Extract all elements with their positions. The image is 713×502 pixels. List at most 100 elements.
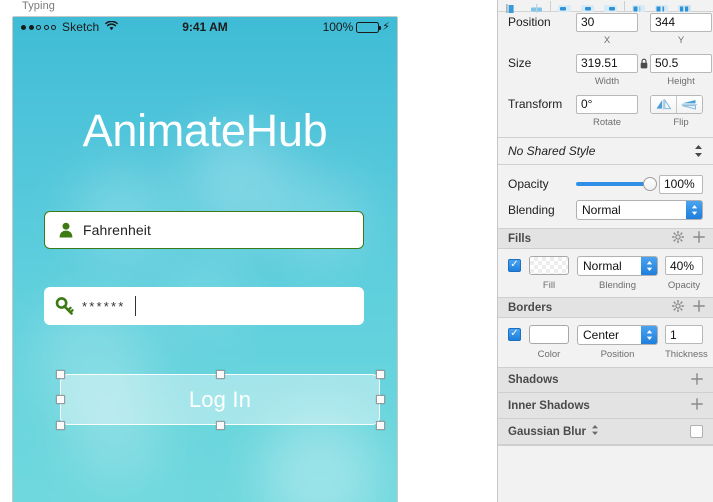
selection-handle-middle-left[interactable] <box>55 395 65 404</box>
fill-enabled-checkbox[interactable]: ✓ <box>508 259 521 272</box>
stepper-updown-icon[interactable] <box>686 201 702 219</box>
align-middle-vertical-icon[interactable] <box>599 0 622 12</box>
fills-title: Fills <box>508 232 532 245</box>
size-height-input[interactable]: 50.5 <box>650 53 712 73</box>
border-position-value: Center <box>583 327 620 342</box>
flip-vertical-icon[interactable] <box>676 95 702 113</box>
inspector-footer <box>498 445 713 470</box>
battery-full-icon <box>356 21 382 33</box>
selection-handle-top-left[interactable] <box>55 369 65 379</box>
gear-icon[interactable] <box>671 230 685 246</box>
selection-handle-middle-right[interactable] <box>375 395 385 404</box>
opacity-slider[interactable] <box>576 177 657 191</box>
shadows-title: Shadows <box>508 374 559 386</box>
border-thickness-input[interactable]: 1 <box>665 325 703 344</box>
borders-section-header: Borders <box>498 297 713 318</box>
stepper-updown-icon[interactable] <box>641 325 657 344</box>
canvas-label: Typing <box>22 0 56 12</box>
distribute-vertical-icon[interactable] <box>673 0 696 12</box>
plus-icon[interactable] <box>693 300 705 315</box>
stepper-updown-icon[interactable] <box>591 424 599 439</box>
fill-color-swatch[interactable] <box>529 256 569 275</box>
lock-icon[interactable] <box>638 58 650 69</box>
position-y-input[interactable]: 344 <box>650 12 712 32</box>
shadows-section[interactable]: Shadows <box>498 367 713 393</box>
inner-shadows-title: Inner Shadows <box>508 399 590 412</box>
gaussian-blur-title: Gaussian Blur <box>508 425 586 438</box>
inner-shadows-section[interactable]: Inner Shadows <box>498 393 713 419</box>
blending-value: Normal <box>582 203 621 217</box>
border-position-select[interactable]: Center <box>577 324 658 345</box>
gaussian-blur-section[interactable]: Gaussian Blur <box>498 419 713 445</box>
opacity-label: Opacity <box>508 177 549 191</box>
borders-row: ✓ Center 1 <box>498 322 713 347</box>
lightning-bolt-icon: ⚡︎ <box>382 20 390 33</box>
stepper-updown-icon[interactable] <box>641 256 657 275</box>
opacity-input[interactable]: 100% <box>659 174 703 194</box>
plus-icon[interactable] <box>691 398 703 413</box>
fills-section-header: Fills <box>498 228 713 249</box>
align-center-horizontal-icon[interactable] <box>525 0 548 13</box>
selection-handle-top-center[interactable] <box>215 369 225 379</box>
blending-label: Blending <box>508 203 555 217</box>
login-button-label: Log In <box>188 386 252 412</box>
border-enabled-checkbox[interactable]: ✓ <box>508 328 521 341</box>
position-x-sublabel: X <box>603 35 611 46</box>
position-row: Position 30 344 <box>498 10 713 34</box>
borders-sublabels: Color Position Thickness <box>498 347 713 361</box>
gaussian-blur-checkbox[interactable] <box>690 425 703 438</box>
key-icon <box>48 296 82 316</box>
battery-percent-label: 100% <box>322 20 354 34</box>
fills-row: ✓ Normal 40% <box>498 253 713 278</box>
position-x-input[interactable]: 30 <box>576 12 638 32</box>
fill-opacity-input[interactable]: 40% <box>665 256 703 275</box>
align-bottom-icon[interactable] <box>627 0 650 12</box>
border-thickness-sublabel: Thickness <box>665 348 708 360</box>
fill-opacity-sublabel: Opacity <box>667 279 701 291</box>
position-sublabels: X Y <box>498 34 713 47</box>
size-width-sublabel: Width <box>594 76 620 87</box>
page-title: AnimateHub <box>82 105 328 156</box>
size-sublabels: Width Height <box>498 75 713 88</box>
size-row: Size 319.51 50.5 <box>498 51 713 75</box>
plus-icon[interactable] <box>693 231 705 246</box>
ios-status-bar: Sketch 9:41 AM 100% ⚡︎ <box>13 17 397 39</box>
border-position-sublabel: Position <box>600 348 635 360</box>
artboard[interactable]: Sketch 9:41 AM 100% ⚡︎ AnimateHub Fahren… <box>13 17 397 502</box>
flip-horizontal-icon[interactable] <box>651 95 676 113</box>
align-left-icon[interactable] <box>502 0 525 13</box>
fill-sublabel: Fill <box>542 279 556 291</box>
border-color-swatch[interactable] <box>529 325 569 344</box>
gear-icon[interactable] <box>671 299 685 315</box>
shared-style-selector[interactable]: No Shared Style <box>498 137 713 165</box>
sketch-app-window: Typing Sketch 9:41 AM 100% ⚡︎ AnimateHub… <box>0 0 713 502</box>
plus-icon[interactable] <box>691 372 703 388</box>
stepper-updown-icon[interactable] <box>694 144 703 158</box>
rotate-input[interactable]: 0° <box>576 94 638 114</box>
align-toolbar <box>498 0 713 13</box>
fill-blending-value: Normal <box>583 258 622 273</box>
align-top-icon[interactable] <box>576 0 599 12</box>
align-right-icon[interactable] <box>553 0 576 12</box>
borders-title: Borders <box>508 301 553 314</box>
size-height-sublabel: Height <box>667 76 695 87</box>
rotate-sublabel: Rotate <box>593 117 621 128</box>
fill-blending-select[interactable]: Normal <box>577 255 658 276</box>
login-button[interactable]: Log In <box>60 374 380 425</box>
flip-sublabel: Flip <box>673 117 689 128</box>
opacity-slider-knob[interactable] <box>643 177 657 191</box>
selection-handle-bottom-center[interactable] <box>215 420 225 430</box>
canvas-area[interactable]: Typing Sketch 9:41 AM 100% ⚡︎ AnimateHub… <box>0 0 497 502</box>
username-field[interactable]: Fahrenheit <box>44 211 364 249</box>
size-width-input[interactable]: 319.51 <box>576 53 638 73</box>
fill-blending-sublabel: Blending <box>599 279 636 291</box>
password-field[interactable]: ****** <box>44 287 364 325</box>
selection-handle-top-right[interactable] <box>375 369 385 379</box>
blending-select[interactable]: Normal <box>576 200 703 220</box>
selection-handle-bottom-right[interactable] <box>375 420 385 430</box>
selection-handle-bottom-left[interactable] <box>55 420 65 430</box>
background-blob <box>261 415 379 502</box>
distribute-horizontal-icon[interactable] <box>650 0 673 12</box>
shared-style-value: No Shared Style <box>508 144 596 158</box>
position-label: Position <box>508 15 551 29</box>
